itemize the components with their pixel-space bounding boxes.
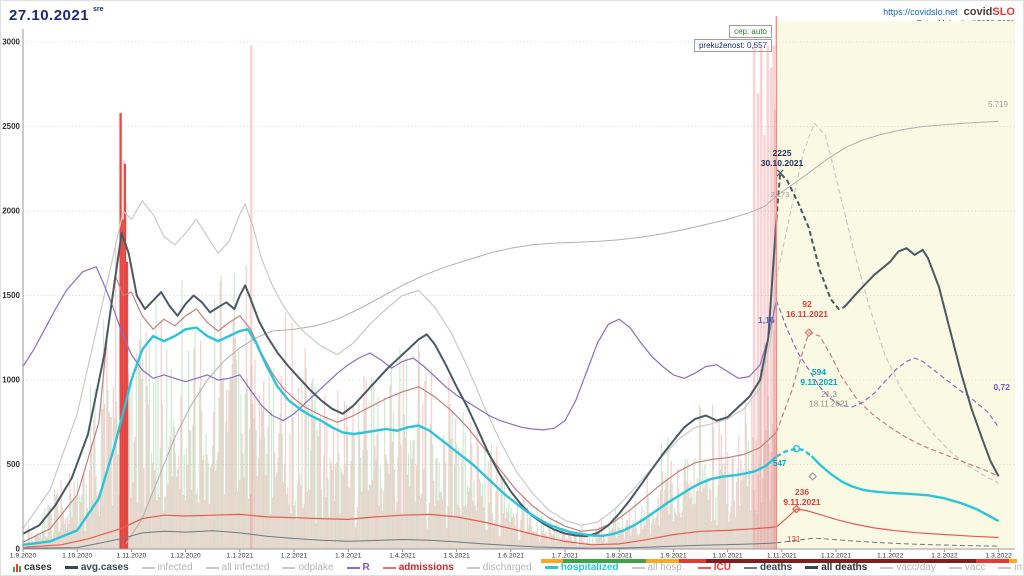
series-line-icon: [383, 567, 396, 569]
x-axis-tick: 1.3.2021: [335, 553, 362, 560]
covidslo-dashboard: 27.10.2021 sre https://covidslo.netcovid…: [0, 0, 1024, 576]
legend-item-label: cases: [24, 562, 52, 573]
chart-annotation: 5.719: [988, 100, 1009, 109]
cases-bars-icon: [13, 564, 21, 572]
chart-annotation: 0,72: [993, 382, 1010, 392]
x-axis-tick: 1.9.2020: [10, 553, 37, 560]
legend-item-hospitalized[interactable]: hospitalized: [545, 562, 619, 573]
legend-item-vacc-day[interactable]: vacc/day: [880, 562, 935, 573]
y-axis-tick: 2000: [2, 207, 20, 216]
legend-item-avg-cases[interactable]: avg.cases: [65, 562, 129, 573]
series-line-icon: [632, 567, 645, 569]
chart-annotation: 9.11.2021: [783, 497, 821, 507]
x-axis-tick: 1.7.2021: [552, 553, 579, 560]
chart-annotation: 1,16: [758, 315, 775, 325]
legend-item-all-deaths[interactable]: all deaths: [805, 562, 867, 573]
chart-annotation: 131: [787, 535, 801, 544]
x-axis-tick: 1.11.2021: [767, 553, 797, 560]
chart-annotation: 594: [812, 367, 826, 377]
legend-item-vacc[interactable]: vacc: [949, 562, 986, 573]
x-axis-tick: 1.5.2021: [443, 553, 470, 560]
x-axis-tick: 1.3.2022: [985, 553, 1012, 560]
y-axis-tick: 1500: [2, 291, 20, 300]
y-axis-tick: 2500: [2, 122, 20, 131]
x-axis-tick: 1.2.2022: [931, 553, 958, 560]
x-axis-tick: 1.12.2021: [821, 553, 851, 560]
legend-item-label: vacc: [965, 562, 986, 573]
chart-annotation: 2.173: [771, 190, 790, 199]
legend-item-label: all hosp.: [648, 562, 685, 573]
legend-item-infected[interactable]: infected: [142, 562, 193, 573]
x-axis-tick: 1.12.2020: [170, 553, 200, 560]
x-axis-tick: 1.10.2021: [712, 553, 742, 560]
x-axis-tick: 1.6.2021: [498, 553, 525, 560]
series-line-icon: [65, 566, 78, 569]
legend-item-label: R: [363, 562, 370, 573]
legend-item-label: all infected: [222, 562, 270, 573]
legend-item-label: deaths: [760, 562, 792, 573]
chart-annotation: 9.11.2021: [800, 377, 838, 387]
y-axis-tick: 1000: [2, 376, 20, 385]
series-line-icon: [545, 566, 558, 569]
legend-item-discharged[interactable]: discharged: [467, 562, 532, 573]
legend-item-label: infected: [158, 562, 193, 573]
x-axis-tick: 1.11.2020: [117, 553, 147, 560]
legend-item-label: ICU: [714, 562, 731, 573]
x-axis-tick: 1.9.2021: [660, 553, 687, 560]
series-legend: cases avg.cases infected all infected odplak…: [13, 561, 1024, 574]
legend-item-label: hospitalized: [561, 562, 619, 573]
chart-annotation: 547: [773, 459, 787, 468]
legend-item-all-hosp-[interactable]: all hosp.: [632, 562, 685, 573]
series-line-icon: [880, 567, 893, 569]
series-line-icon: [744, 567, 757, 569]
chart-annotation: 18.11.2021: [809, 400, 849, 409]
legend-item-label: odplake: [298, 562, 333, 573]
legend-item-r[interactable]: R: [347, 562, 370, 573]
series-line-icon: [805, 566, 818, 569]
chart-annotation: 236: [795, 487, 809, 497]
chart-annotation: 30.10.2021: [761, 158, 804, 168]
series-line-icon: [206, 567, 219, 569]
legend-item-admissions[interactable]: admissions: [383, 562, 454, 573]
x-axis-tick: 1.1.2022: [877, 553, 904, 560]
y-axis-tick: 3000: [2, 38, 20, 47]
legend-item-label: immune: [1014, 562, 1024, 573]
x-axis-tick: 1.2.2021: [281, 553, 308, 560]
legend-item-immune[interactable]: immune: [998, 562, 1024, 573]
chart-canvas[interactable]: 0500100015002000250030001.9.20201.10.202…: [1, 1, 1024, 576]
legend-item-label: vacc/day: [896, 562, 935, 573]
forecast-region: [776, 21, 1015, 549]
legend-item-all-infected[interactable]: all infected: [206, 562, 270, 573]
series-line-icon: [282, 567, 295, 569]
x-axis-tick: 1.1.2021: [227, 553, 254, 560]
x-axis-tick: 1.4.2021: [389, 553, 416, 560]
series-line-icon: [142, 567, 155, 569]
legend-item-odplake[interactable]: odplake: [282, 562, 333, 573]
series-line-icon: [347, 567, 360, 569]
legend-item-icu[interactable]: ICU: [698, 562, 731, 573]
chart-annotation: 92: [802, 299, 812, 309]
series-line-icon: [698, 567, 711, 569]
series-line-icon: [467, 567, 480, 569]
x-axis-tick: 1.8.2021: [606, 553, 633, 560]
chart-annotation: 16.11.2021: [786, 309, 828, 319]
y-axis-tick: 500: [7, 460, 21, 469]
chart-annotation: 21,3: [821, 390, 837, 399]
series-line-icon: [998, 567, 1011, 569]
legend-item-deaths[interactable]: deaths: [744, 562, 792, 573]
chart-annotation: 2225: [773, 148, 792, 158]
legend-item-cases[interactable]: cases: [13, 562, 52, 573]
series-line-icon: [949, 567, 962, 569]
legend-item-label: admissions: [399, 562, 454, 573]
legend-item-label: all deaths: [821, 562, 867, 573]
legend-item-label: avg.cases: [81, 562, 129, 573]
x-axis-tick: 1.10.2020: [62, 553, 92, 560]
legend-item-label: discharged: [483, 562, 532, 573]
